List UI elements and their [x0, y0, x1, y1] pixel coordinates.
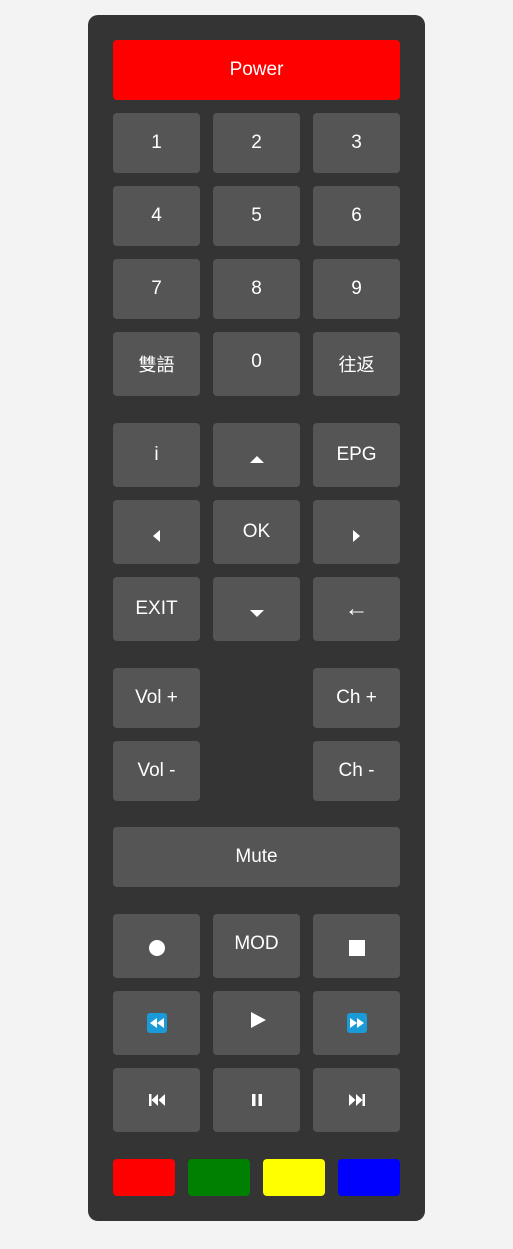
power-label: Power: [229, 59, 284, 80]
volume-down-button[interactable]: Vol -: [113, 741, 200, 801]
triangle-up-icon: [249, 455, 264, 463]
digit-7-label: 7: [151, 278, 162, 299]
power-button[interactable]: Power: [113, 40, 400, 100]
triangle-down-icon: [249, 609, 264, 617]
info-label: i: [154, 444, 159, 465]
record-button[interactable]: [113, 914, 200, 978]
mod-button[interactable]: MOD: [213, 914, 300, 978]
record-icon: [148, 940, 165, 956]
digit-6-button[interactable]: 6: [313, 186, 400, 246]
stop-icon: [348, 940, 365, 956]
mute-label: Mute: [235, 846, 278, 867]
epg-button[interactable]: EPG: [313, 423, 400, 487]
ok-label: OK: [242, 521, 271, 542]
bilingual-button[interactable]: 雙語: [113, 332, 200, 396]
channel-down-label: Ch -: [338, 760, 375, 781]
skip-back-icon: [148, 1094, 165, 1106]
fast-forward-icon: [346, 1013, 367, 1033]
digit-0-label: 0: [251, 351, 262, 372]
digit-3-label: 3: [351, 132, 362, 153]
recall-label: 往返: [338, 355, 375, 376]
digit-1-label: 1: [151, 132, 162, 153]
right-button[interactable]: [313, 500, 400, 564]
digit-4-label: 4: [151, 205, 162, 226]
epg-label: EPG: [336, 444, 377, 465]
volume-down-label: Vol -: [137, 760, 176, 781]
digit-2-button[interactable]: 2: [213, 113, 300, 173]
channel-up-button[interactable]: Ch +: [313, 668, 400, 728]
exit-label: EXIT: [135, 598, 178, 619]
green-key-button[interactable]: [188, 1159, 250, 1196]
digit-8-button[interactable]: 8: [213, 259, 300, 319]
triangle-left-icon: [153, 530, 160, 542]
channel-down-button[interactable]: Ch -: [313, 741, 400, 801]
back-button[interactable]: ←: [313, 577, 400, 641]
up-button[interactable]: [213, 423, 300, 487]
channel-up-label: Ch +: [336, 687, 377, 708]
skip-forward-icon: [348, 1094, 365, 1106]
ok-button[interactable]: OK: [213, 500, 300, 564]
skip-forward-button[interactable]: [313, 1068, 400, 1132]
digit-9-button[interactable]: 9: [313, 259, 400, 319]
digit-2-label: 2: [251, 132, 262, 153]
stop-button[interactable]: [313, 914, 400, 978]
info-button[interactable]: i: [113, 423, 200, 487]
pause-icon: [251, 1094, 262, 1106]
recall-button[interactable]: 往返: [313, 332, 400, 396]
bilingual-label: 雙語: [138, 355, 175, 376]
mod-label: MOD: [234, 933, 279, 954]
digit-7-button[interactable]: 7: [113, 259, 200, 319]
yellow-key-button[interactable]: [263, 1159, 325, 1196]
digit-3-button[interactable]: 3: [313, 113, 400, 173]
blue-key-button[interactable]: [338, 1159, 400, 1196]
play-icon: [250, 1012, 266, 1028]
digit-5-label: 5: [251, 205, 262, 226]
skip-back-button[interactable]: [113, 1068, 200, 1132]
mute-button[interactable]: Mute: [113, 827, 400, 887]
volume-up-label: Vol +: [135, 687, 178, 708]
digit-6-label: 6: [351, 205, 362, 226]
rewind-button[interactable]: [113, 991, 200, 1055]
triangle-right-icon: [353, 530, 360, 542]
digit-5-button[interactable]: 5: [213, 186, 300, 246]
digit-0-button[interactable]: 0: [213, 332, 300, 396]
volume-up-button[interactable]: Vol +: [113, 668, 200, 728]
down-button[interactable]: [213, 577, 300, 641]
rewind-icon: [146, 1013, 167, 1033]
pause-button[interactable]: [213, 1068, 300, 1132]
digit-1-button[interactable]: 1: [113, 113, 200, 173]
digit-9-label: 9: [351, 278, 362, 299]
red-key-button[interactable]: [113, 1159, 175, 1196]
digit-4-button[interactable]: 4: [113, 186, 200, 246]
exit-button[interactable]: EXIT: [113, 577, 200, 641]
remote-control: Power 1 2 3 4 5 6 7 8 9 雙語 0 往返 i EPG OK…: [88, 15, 425, 1221]
back-arrow-icon: ←: [344, 595, 369, 622]
digit-8-label: 8: [251, 278, 262, 299]
fast-forward-button[interactable]: [313, 991, 400, 1055]
play-button[interactable]: [213, 991, 300, 1055]
left-button[interactable]: [113, 500, 200, 564]
